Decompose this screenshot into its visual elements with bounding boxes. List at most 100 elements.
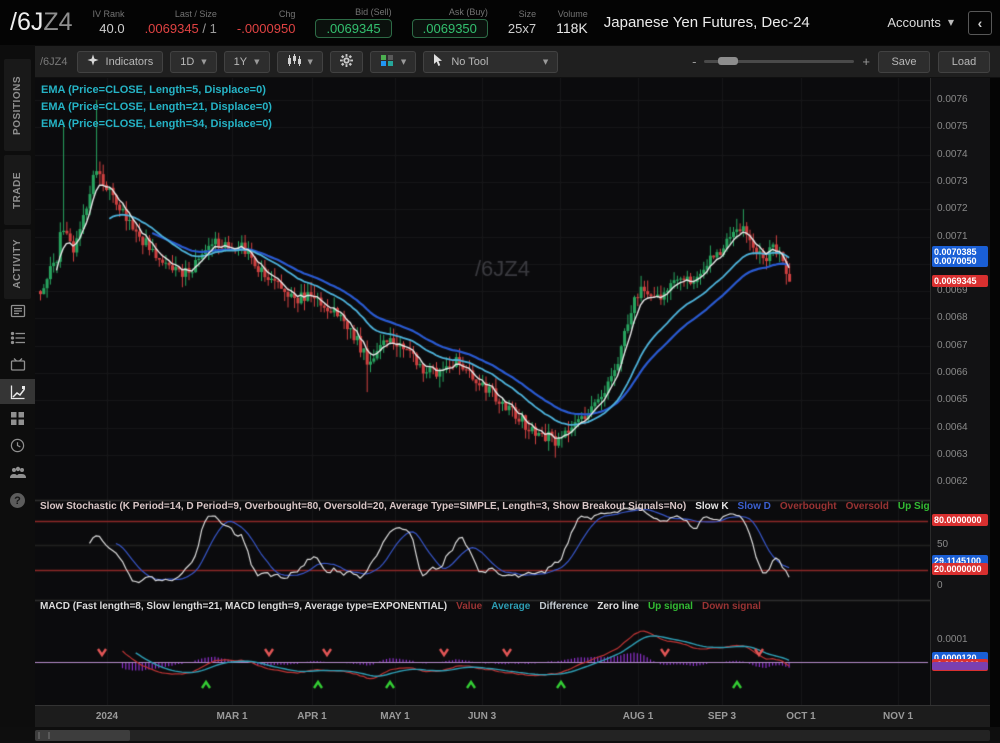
legend-difference: Difference — [539, 601, 588, 612]
zoom-out-button[interactable]: - — [692, 54, 696, 69]
indicators-button[interactable]: Indicators — [77, 51, 164, 73]
macd-header[interactable]: MACD (Fast length=8, Slow length=21, MAC… — [40, 601, 761, 612]
header-field-last-size: Last / Size .0069345 / 1 — [145, 9, 217, 37]
candlestick-chart-icon — [287, 54, 301, 70]
save-button[interactable]: Save — [878, 51, 930, 73]
layout-dropdown[interactable]: ▼ — [370, 51, 416, 73]
grid-layout-icon — [380, 54, 394, 70]
collapse-panel-button[interactable]: ‹ — [968, 11, 992, 35]
chart-settings-button[interactable] — [330, 51, 363, 73]
timeframe-dropdown[interactable]: 1D▼ — [170, 51, 216, 73]
ask-button[interactable]: .0069350 — [412, 19, 488, 38]
price-badge: 0.0070050 — [932, 255, 988, 267]
chevron-down-icon: ▼ — [254, 58, 259, 66]
help-icon[interactable]: ? — [0, 488, 35, 513]
grid-icon[interactable] — [0, 406, 35, 431]
chart-type-dropdown[interactable]: ▼ — [277, 51, 323, 73]
scrollbar-thumb[interactable] — [35, 730, 130, 741]
ema-21-label[interactable]: EMA (Price=CLOSE, Length=21, Displace=0) — [41, 99, 272, 116]
legend-slow-k: Slow K — [695, 501, 728, 512]
price-badge: 0.0069345 — [932, 275, 988, 287]
chart-scrollbar — [0, 727, 1000, 743]
stochastic-tick: 50 — [937, 539, 948, 550]
zoom-in-button[interactable]: + — [862, 54, 870, 69]
volume-value: 118K — [556, 20, 588, 37]
gear-icon — [340, 54, 353, 70]
macd-tick: 0.0001 — [937, 634, 968, 645]
bid-button[interactable]: .0069345 — [315, 19, 391, 38]
legend-oversold: Oversold — [846, 501, 889, 512]
price-axis[interactable]: 0.00760.00750.00740.00730.00720.00710.00… — [930, 78, 990, 705]
price-tick: 0.0068 — [937, 312, 968, 323]
range-dropdown[interactable]: 1Y▼ — [224, 51, 270, 73]
accounts-menu[interactable]: Accounts ▼ — [887, 15, 954, 30]
price-tick: 0.0073 — [937, 176, 968, 187]
chevron-down-icon: ▼ — [201, 58, 206, 66]
chart-toolbar: /6JZ4 Indicators 1D▼ 1Y▼ ▼ ▼ No Tool ▼ - — [0, 45, 1000, 78]
zoom-slider-handle[interactable] — [718, 57, 738, 65]
legend-zero-line: Zero line — [597, 601, 639, 612]
news-icon[interactable] — [0, 298, 35, 323]
left-sidebar: POSITIONS TRADE ACTIVITY ? — [0, 45, 35, 743]
change-value: -.0000950 — [237, 20, 296, 37]
time-axis[interactable]: 2024MAR 1APR 1MAY 1JUN 3AUG 1SEP 3OCT 1N… — [35, 705, 990, 727]
history-clock-icon[interactable] — [0, 433, 35, 458]
header-field-bid: Bid (Sell) .0069345 — [315, 7, 391, 38]
legend-average: Average — [491, 601, 530, 612]
watchlist-icon[interactable] — [0, 325, 35, 350]
header-field-size: Size 25x7 — [508, 9, 536, 37]
indicators-icon — [87, 54, 99, 69]
stochastic-header[interactable]: Slow Stochastic (K Period=14, D Period=9… — [40, 501, 936, 512]
time-tick: MAY 1 — [380, 711, 409, 722]
price-tick: 0.0075 — [937, 121, 968, 132]
community-icon[interactable] — [0, 460, 35, 485]
drawing-tool-dropdown[interactable]: No Tool ▼ — [423, 51, 558, 73]
zoom-slider[interactable] — [704, 60, 854, 63]
time-tick: SEP 3 — [708, 711, 736, 722]
chevron-down-icon: ▼ — [308, 58, 313, 66]
scrollbar-grip — [38, 732, 50, 739]
macd-badge — [932, 662, 988, 670]
price-tick: 0.0067 — [937, 340, 968, 351]
price-tick: 0.0074 — [937, 149, 968, 160]
trading-platform: /6JZ4 IV Rank 40.0 Last / Size .0069345 … — [0, 0, 1000, 743]
legend-value: Value — [456, 601, 482, 612]
cursor-icon — [433, 54, 444, 70]
time-tick: AUG 1 — [623, 711, 654, 722]
legend-up-signal: Up signal — [648, 601, 693, 612]
symbol-suffix: Z4 — [43, 8, 72, 36]
legend-down-signal: Down signal — [702, 601, 761, 612]
price-tick: 0.0064 — [937, 422, 968, 433]
header-field-volume: Volume 118K — [556, 9, 588, 37]
symbol-logo[interactable]: /6JZ4 — [10, 8, 73, 37]
video-icon[interactable] — [0, 352, 35, 377]
header-field-ask: Ask (Buy) .0069350 — [412, 7, 488, 38]
price-tick: 0.0071 — [937, 231, 968, 242]
price-tick: 0.0063 — [937, 449, 968, 460]
header-bar: /6JZ4 IV Rank 40.0 Last / Size .0069345 … — [0, 0, 1000, 45]
right-edge-strip — [990, 78, 1000, 743]
legend-overbought: Overbought — [780, 501, 837, 512]
price-tick: 0.0076 — [937, 94, 968, 105]
sidebar-tab-trade[interactable]: TRADE — [4, 155, 31, 225]
header-field-chg: Chg -.0000950 — [237, 9, 296, 37]
price-tick: 0.0069 — [937, 285, 968, 296]
ema-5-label[interactable]: EMA (Price=CLOSE, Length=5, Displace=0) — [41, 82, 272, 99]
symbol-prefix: /6J — [10, 8, 43, 36]
sidebar-tab-positions[interactable]: POSITIONS — [4, 59, 31, 151]
scrollbar-track[interactable] — [35, 730, 990, 741]
chevron-down-icon: ▼ — [401, 58, 406, 66]
time-tick: OCT 1 — [786, 711, 815, 722]
load-button[interactable]: Load — [938, 51, 990, 73]
stochastic-badge: 20.0000000 — [932, 563, 988, 575]
sidebar-tab-activity[interactable]: ACTIVITY — [4, 229, 31, 299]
stochastic-tick: 0 — [937, 580, 943, 591]
last-size: / 1 — [199, 21, 217, 36]
last-price: .0069345 — [145, 21, 199, 36]
stochastic-badge: 80.0000000 — [932, 514, 988, 526]
size-value: 25x7 — [508, 20, 536, 37]
price-tick: 0.0065 — [937, 394, 968, 405]
chart-icon[interactable] — [0, 379, 35, 404]
ema-study-labels[interactable]: EMA (Price=CLOSE, Length=5, Displace=0) … — [41, 82, 272, 133]
ema-34-label[interactable]: EMA (Price=CLOSE, Length=34, Displace=0) — [41, 116, 272, 133]
